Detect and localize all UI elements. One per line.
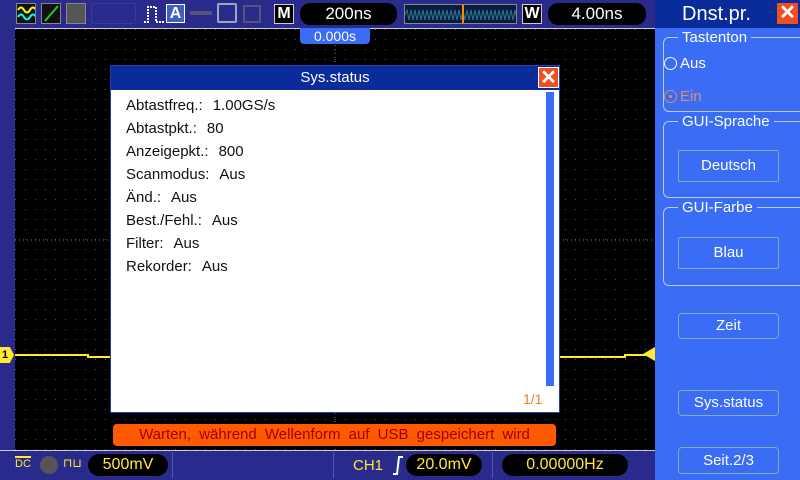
divider <box>172 452 173 478</box>
dialog-title: Sys.status <box>111 66 559 90</box>
persistence-icon[interactable] <box>66 3 86 24</box>
trace-line-icon[interactable] <box>41 3 61 24</box>
ch1-marker[interactable]: 1 <box>0 347 14 363</box>
top-toolbar: A M 200ns W 4.00ns <box>0 0 655 28</box>
dialog-close-button[interactable]: ✕ <box>538 67 559 89</box>
trigger-level[interactable]: 20.0mV <box>406 454 482 476</box>
status-row: Best./Fehl.: Aus <box>126 212 238 229</box>
zeit-button[interactable]: Zeit <box>678 313 779 339</box>
rising-edge-icon <box>392 455 404 480</box>
status-row: Anzeigepkt.: 800 <box>126 143 244 160</box>
gui-farbe-legend: GUI-Farbe <box>682 199 753 216</box>
status-row: Scanmodus: Aus <box>126 166 246 183</box>
dialog-scrollbar[interactable] <box>546 92 554 386</box>
sys-status-button[interactable]: Sys.status <box>678 390 779 416</box>
sys-status-dialog: Sys.status ✕ Abtastfreq.: 1.00GS/s Abtast… <box>110 65 560 413</box>
menu-m-icon[interactable]: M <box>274 4 294 24</box>
key-icon <box>190 11 212 15</box>
radio-unchecked-icon <box>664 57 677 70</box>
window-time-display[interactable]: 4.00ns <box>548 3 646 25</box>
divider <box>492 452 493 478</box>
usb-save-message: Warten, während Wellenform auf USB gespe… <box>113 424 556 446</box>
status-slot <box>91 3 136 24</box>
waveform-overview[interactable] <box>404 4 517 24</box>
coupling-dc-icon: DC <box>15 456 31 470</box>
status-row: Abtastfreq.: 1.00GS/s <box>126 97 276 114</box>
status-row: Abtastpkt.: 80 <box>126 120 224 137</box>
channel-waveform-icon[interactable] <box>16 3 37 24</box>
divider <box>333 452 334 478</box>
frequency-counter: 0.00000Hz <box>502 454 628 476</box>
tastenton-legend: Tastenton <box>682 29 748 46</box>
radio-aus[interactable]: Aus <box>664 55 706 72</box>
next-page-button[interactable]: Seit.2/3 <box>678 447 779 474</box>
timebase-display[interactable]: 200ns <box>300 3 397 25</box>
radio-label: Ein <box>680 88 702 105</box>
auto-mode-icon[interactable]: A <box>166 4 185 23</box>
page-indicator: 1/1 <box>523 391 543 407</box>
ch1-scale[interactable]: 500mV <box>88 454 168 476</box>
radio-ein[interactable]: Ein <box>664 88 702 105</box>
panel-close-button[interactable]: ✕ <box>777 3 798 24</box>
invert-icon: ⊓⊔ <box>63 456 82 470</box>
trigger-source: CH1 <box>353 457 384 474</box>
bandwidth-limit-icon <box>40 456 58 474</box>
radio-checked-icon <box>664 90 677 103</box>
gui-sprache-legend: GUI-Sprache <box>682 113 770 130</box>
language-button[interactable]: Deutsch <box>678 150 779 182</box>
radio-label: Aus <box>680 55 706 72</box>
trigger-pulse-icon <box>143 4 165 29</box>
window-w-icon[interactable]: W <box>522 4 542 24</box>
status-row: Änd.: Aus <box>126 189 197 206</box>
trigger-position-marker[interactable]: 0.000s <box>300 28 370 44</box>
printer-icon <box>243 5 261 23</box>
status-row: Rekorder: Aus <box>126 258 228 275</box>
color-button[interactable]: Blau <box>678 237 779 269</box>
status-row: Filter: Aus <box>126 235 200 252</box>
save-disk-icon[interactable] <box>217 3 237 23</box>
